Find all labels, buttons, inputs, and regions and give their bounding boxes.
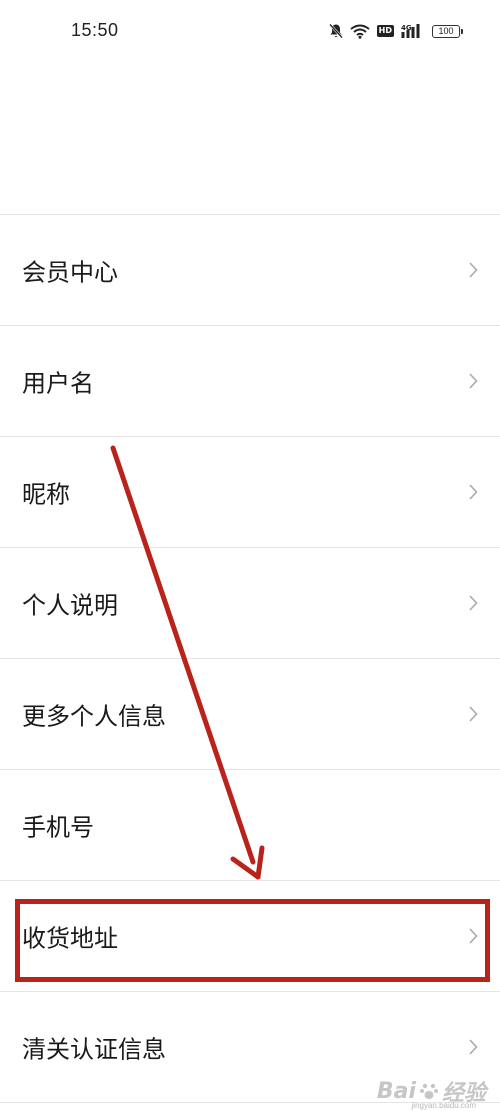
hd-badge-text: HD (376, 25, 394, 37)
menu-item-shipping-address[interactable]: 收货地址 (0, 881, 500, 992)
signal-label: 4G (401, 24, 412, 32)
menu-item-more-info[interactable]: 更多个人信息 (0, 659, 500, 770)
menu-item-label: 手机号 (22, 813, 94, 842)
watermark-brand: Bai (376, 1078, 416, 1104)
menu-item-username[interactable]: 用户名 (0, 326, 500, 437)
menu-item-label: 个人说明 (22, 591, 118, 620)
settings-menu: 会员中心 用户名 昵称 个人说明 更多个人信息 手机号 收货地址 清关认证信息 (0, 214, 500, 1103)
menu-item-member-center[interactable]: 会员中心 (0, 215, 500, 326)
bell-muted-icon (328, 22, 343, 40)
menu-item-label: 更多个人信息 (22, 702, 166, 731)
menu-item-label: 昵称 (22, 480, 70, 509)
menu-item-phone[interactable]: 手机号 (0, 770, 500, 881)
menu-item-label: 会员中心 (22, 258, 118, 287)
menu-item-bio[interactable]: 个人说明 (0, 548, 500, 659)
wifi-icon (350, 22, 370, 40)
signal-icon: 4G (401, 22, 425, 40)
hd-icon: HD (376, 22, 394, 40)
menu-item-label: 收货地址 (22, 924, 118, 953)
chevron-right-icon (469, 706, 478, 722)
chevron-right-icon (469, 373, 478, 389)
status-time: 15:50 (71, 20, 119, 40)
menu-item-label: 用户名 (22, 369, 94, 398)
chevron-right-icon (469, 484, 478, 500)
chevron-right-icon (469, 262, 478, 278)
menu-item-nickname[interactable]: 昵称 (0, 437, 500, 548)
status-bar: 15:50 HD 4G 100 (0, 0, 500, 64)
chevron-right-icon (469, 928, 478, 944)
paw-icon (419, 1083, 438, 1099)
battery-icon: 100 (432, 22, 463, 40)
watermark-url: jingyan.baidu.com (411, 1101, 476, 1110)
chevron-right-icon (469, 595, 478, 611)
status-icons: HD 4G 100 (328, 22, 463, 40)
chevron-right-icon (469, 1039, 478, 1055)
battery-level: 100 (432, 24, 463, 38)
menu-item-label: 清关认证信息 (22, 1035, 166, 1064)
